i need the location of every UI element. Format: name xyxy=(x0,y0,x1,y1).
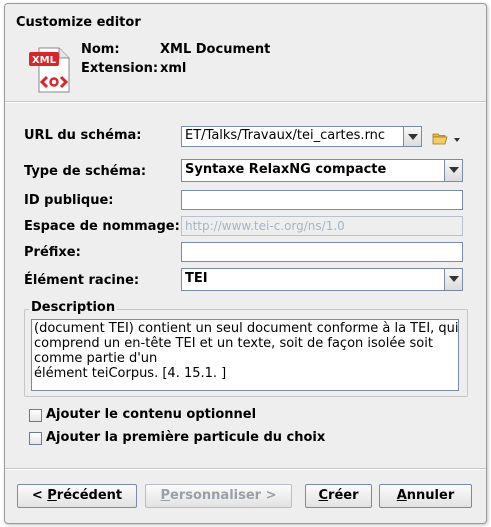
xml-file-icon: XML xyxy=(27,46,73,94)
namespace-label: Espace de nommage: xyxy=(24,219,180,234)
description-legend: Description xyxy=(29,300,118,315)
root-element-dropdown-arrow[interactable] xyxy=(444,269,462,290)
cancel-button[interactable]: Annuler xyxy=(379,484,472,508)
prefix-input[interactable] xyxy=(181,242,463,262)
optional-content-checkbox[interactable] xyxy=(29,409,42,422)
browse-menu-caret-icon[interactable] xyxy=(454,138,460,142)
first-choice-label[interactable]: Ajouter la première particule du choix xyxy=(46,430,325,445)
first-choice-checkbox[interactable] xyxy=(29,432,42,445)
customize-editor-dialog: Customize editor XML Nom: XML Document E… xyxy=(4,3,487,524)
description-line: (document TEI) contient un seul document… xyxy=(34,321,459,336)
file-name-value: XML Document xyxy=(160,42,271,57)
schema-url-dropdown-arrow[interactable] xyxy=(403,127,421,146)
description-line: comme partie d'un xyxy=(34,351,158,366)
file-icon-label: XML xyxy=(32,55,57,66)
dialog-title: Customize editor xyxy=(16,15,141,30)
public-id-input[interactable] xyxy=(181,190,463,210)
file-extension-value: xml xyxy=(160,61,187,76)
customize-button: Personnaliser > xyxy=(145,484,292,508)
schema-url-label: URL du schéma: xyxy=(24,128,142,143)
description-line: élément teiCorpus. [4. 15.1. ] xyxy=(34,366,227,381)
root-element-value: TEI xyxy=(185,271,208,286)
file-name-label: Nom: xyxy=(81,42,120,57)
open-folder-icon[interactable] xyxy=(432,132,448,145)
optional-content-label[interactable]: Ajouter le contenu optionnel xyxy=(46,407,256,422)
file-extension-label: Extension: xyxy=(81,61,159,76)
prefix-label: Préfixe: xyxy=(24,245,81,260)
schema-url-value[interactable]: ET/Talks/Travaux/tei_cartes.rnc xyxy=(185,128,403,143)
previous-button[interactable]: < Précédent xyxy=(17,484,137,508)
schema-type-dropdown-arrow[interactable] xyxy=(444,160,462,181)
schema-type-value: Syntaxe RelaxNG compacte xyxy=(185,162,387,177)
schema-url-combobox[interactable]: ET/Talks/Travaux/tei_cartes.rnc xyxy=(181,126,422,147)
create-button[interactable]: Créer xyxy=(305,484,372,508)
namespace-input: http://www.tei-c.org/ns/1.0 xyxy=(181,216,463,236)
root-element-select[interactable]: TEI xyxy=(181,268,463,291)
description-textarea[interactable]: (document TEI) contient un seul document… xyxy=(31,319,459,391)
description-line: comprend un en-tête TEI et un texte, soi… xyxy=(34,336,433,351)
public-id-label: ID publique: xyxy=(24,193,114,208)
root-element-label: Élément racine: xyxy=(24,273,140,288)
schema-type-select[interactable]: Syntaxe RelaxNG compacte xyxy=(181,159,463,182)
schema-type-label: Type de schéma: xyxy=(24,164,147,179)
